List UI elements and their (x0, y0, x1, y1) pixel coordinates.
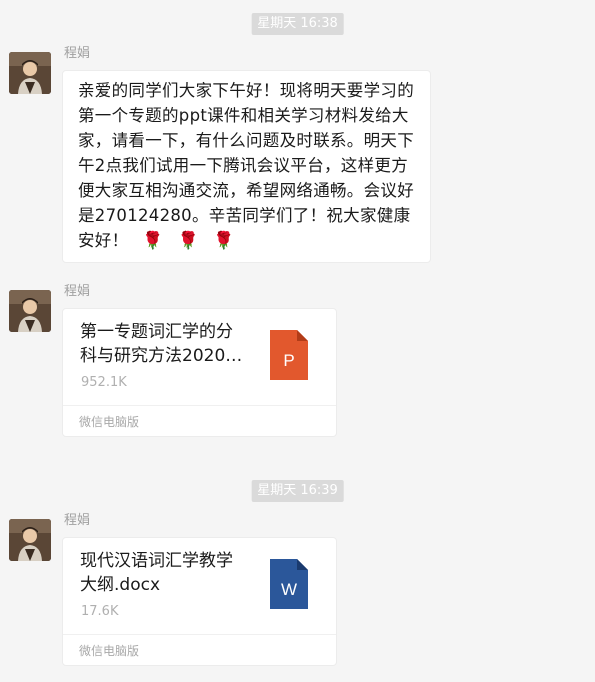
ppt-letter: P (283, 351, 294, 370)
message-text: 亲爱的同学们大家下午好！现将明天要学习的第一个专题的ppt课件和相关学习材料发给… (78, 81, 414, 250)
avatar[interactable] (9, 519, 51, 561)
sender-name: 程娟 (64, 46, 91, 61)
file-card[interactable]: 现代汉语词汇学教学大纲.docx 17.6K W 微信电脑版 (62, 537, 337, 666)
ppt-file-icon: P (270, 330, 308, 380)
avatar-photo-icon (9, 52, 51, 94)
message-bubble[interactable]: 亲爱的同学们大家下午好！现将明天要学习的第一个专题的ppt课件和相关学习材料发给… (62, 70, 431, 263)
avatar[interactable] (9, 290, 51, 332)
file-name: 现代汉语词汇学教学大纲.docx (80, 551, 233, 595)
sender-name: 程娟 (64, 513, 91, 528)
source-label: 微信电脑版 (79, 415, 140, 429)
source-label: 微信电脑版 (79, 644, 140, 658)
avatar-photo-icon (9, 519, 51, 561)
avatar[interactable] (9, 52, 51, 94)
rose-emoji: 🌹 (142, 231, 164, 251)
rose-emoji: 🌹 (177, 231, 200, 251)
file-name: 第一专题词汇学的分科与研究方法2020… (80, 322, 243, 366)
avatar-photo-icon (9, 290, 51, 332)
file-size: 952.1K (81, 375, 127, 390)
rose-emoji: 🌹 (213, 231, 235, 251)
word-file-icon: W (270, 559, 308, 609)
divider (63, 634, 336, 635)
file-card[interactable]: 第一专题词汇学的分科与研究方法2020… 952.1K P 微信电脑版 (62, 308, 337, 437)
file-size: 17.6K (81, 604, 119, 619)
sender-name: 程娟 (64, 284, 91, 299)
timestamp: 星期天 16:39 (251, 480, 344, 502)
word-letter: W (281, 580, 297, 599)
divider (63, 405, 336, 406)
timestamp: 星期天 16:38 (251, 13, 344, 35)
